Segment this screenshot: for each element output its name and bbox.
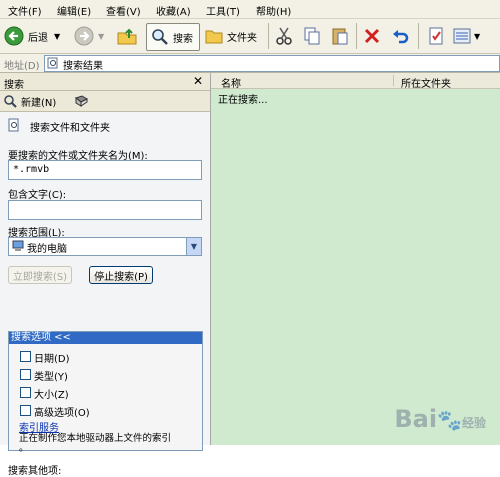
size-checkbox[interactable] (20, 387, 31, 398)
column-divider[interactable] (393, 75, 394, 86)
menu-help[interactable]: 帮助(H) (256, 3, 291, 18)
back-arrow-icon (4, 26, 24, 46)
cut-button[interactable] (274, 23, 294, 49)
search-pane-title: 搜索 (4, 80, 24, 91)
toolbar: 后退 ▼ ▼ 搜索 文件夹 ▼ (0, 19, 500, 54)
address-bar: 地址(D) 搜索结果 (0, 54, 500, 73)
section-title: 搜索文件和文件夹 (30, 123, 110, 134)
date-option-label: 日期(D) (34, 354, 70, 365)
views-button[interactable]: ▼ (452, 23, 480, 49)
menu-tools[interactable]: 工具(T) (206, 3, 240, 18)
name-input-value: *.rmvb (13, 164, 50, 175)
size-option-label: 大小(Z) (34, 390, 69, 401)
close-icon[interactable]: ✕ (193, 74, 203, 88)
search-doc-icon (8, 118, 19, 132)
new-search-icon (4, 95, 17, 108)
new-search-button[interactable]: 新建(N) (3, 93, 56, 109)
other-search-label: 搜索其他项: (8, 466, 62, 477)
menu-edit[interactable]: 编辑(E) (57, 3, 91, 18)
up-folder-button[interactable] (116, 23, 138, 49)
paste-icon (332, 28, 348, 45)
chevron-down-icon[interactable]: ▼ (186, 238, 201, 255)
undo-button[interactable] (390, 23, 410, 49)
contains-label: 包含文字(C): (8, 190, 67, 201)
search-now-label: 立即搜索(S) (12, 271, 68, 283)
type-checkbox[interactable] (20, 369, 31, 380)
menu-file[interactable]: 文件(F) (8, 3, 42, 18)
my-computer-icon (12, 240, 24, 251)
results-column-header: 名称 所在文件夹 (211, 73, 500, 90)
search-pane-tools: 新建(N) (0, 91, 210, 112)
toolbar-separator (356, 23, 357, 49)
properties-button[interactable] (426, 23, 446, 49)
copy-button[interactable] (302, 23, 322, 49)
watermark-text: Bai (394, 405, 438, 433)
copy-icon (304, 27, 320, 45)
toolbar-separator (418, 23, 419, 49)
menu-view[interactable]: 查看(V) (106, 3, 141, 18)
search-label: 搜索 (173, 33, 193, 45)
properties-icon (429, 27, 443, 45)
col-name-header[interactable]: 名称 (221, 75, 241, 90)
folders-icon (205, 30, 223, 44)
index-description-end: 。 (19, 443, 29, 454)
search-button[interactable]: 搜索 (146, 23, 200, 51)
advanced-option-label: 高级选项(O) (34, 408, 90, 419)
scissors-icon (276, 27, 292, 45)
menu-bar: 文件(F) 编辑(E) 查看(V) 收藏(A) 工具(T) 帮助(H) (0, 0, 500, 19)
scope-value: 我的电脑 (27, 244, 67, 255)
forward-button[interactable]: ▼ (74, 23, 104, 49)
undo-icon (393, 30, 409, 44)
folders-button[interactable]: 文件夹 (204, 23, 257, 49)
delete-x-icon (364, 28, 380, 44)
watermark-text-2: 经验 (461, 416, 486, 430)
delete-button[interactable] (362, 23, 382, 49)
paste-button[interactable] (330, 23, 350, 49)
col-folder-header[interactable]: 所在文件夹 (401, 75, 451, 90)
contains-input[interactable] (8, 200, 202, 220)
name-input[interactable]: *.rmvb (8, 160, 202, 180)
search-pane: 搜索 ✕ 新建(N) 搜索文件和文件夹 要搜索的文件或文件夹名为(M): *.r… (0, 73, 211, 477)
up-folder-icon (117, 28, 137, 45)
advanced-checkbox[interactable] (20, 405, 31, 416)
search-options-panel: 搜索选项 << 日期(D) 类型(Y) 大小(Z) 高级选项(O) 索引服务 正… (8, 331, 203, 454)
date-checkbox[interactable] (20, 351, 31, 362)
forward-arrow-icon (74, 26, 94, 46)
new-search-label: 新建(N) (21, 97, 57, 109)
address-label: 地址(D) (4, 61, 40, 72)
index-description: 正在制作您本地驱动器上文件的索引 (19, 433, 172, 444)
type-option-label: 类型(Y) (34, 372, 68, 383)
back-dropdown-icon[interactable]: ▼ (54, 32, 60, 41)
forward-dropdown-icon[interactable]: ▼ (98, 32, 104, 41)
book-icon[interactable] (74, 94, 88, 108)
address-value: 搜索结果 (63, 61, 103, 72)
search-options-title: 搜索选项 << (11, 332, 71, 343)
stop-search-button[interactable]: 停止搜索(P) (89, 266, 153, 284)
baidu-watermark: Bai🐾经验 (394, 405, 486, 433)
back-button[interactable]: 后退 ▼ (4, 23, 60, 49)
results-pane: 名称 所在文件夹 正在搜索... (211, 73, 500, 445)
search-status-text: 正在搜索... (218, 95, 268, 106)
search-icon (152, 29, 168, 45)
views-dropdown-icon[interactable]: ▼ (474, 32, 480, 41)
search-form: 搜索文件和文件夹 要搜索的文件或文件夹名为(M): *.rmvb 包含文字(C)… (0, 112, 210, 477)
address-field[interactable]: 搜索结果 (44, 55, 500, 72)
search-now-button[interactable]: 立即搜索(S) (8, 266, 72, 284)
search-options-header[interactable]: 搜索选项 << (9, 332, 202, 344)
stop-search-label: 停止搜索(P) (94, 271, 148, 283)
folders-label: 文件夹 (227, 32, 257, 44)
views-icon (453, 28, 471, 44)
menu-favorites[interactable]: 收藏(A) (156, 3, 191, 18)
back-label: 后退 (28, 32, 48, 44)
search-results-icon (47, 57, 58, 69)
toolbar-separator (268, 23, 269, 49)
scope-select[interactable]: 我的电脑 ▼ (8, 237, 202, 256)
search-pane-header: 搜索 ✕ (0, 73, 210, 91)
